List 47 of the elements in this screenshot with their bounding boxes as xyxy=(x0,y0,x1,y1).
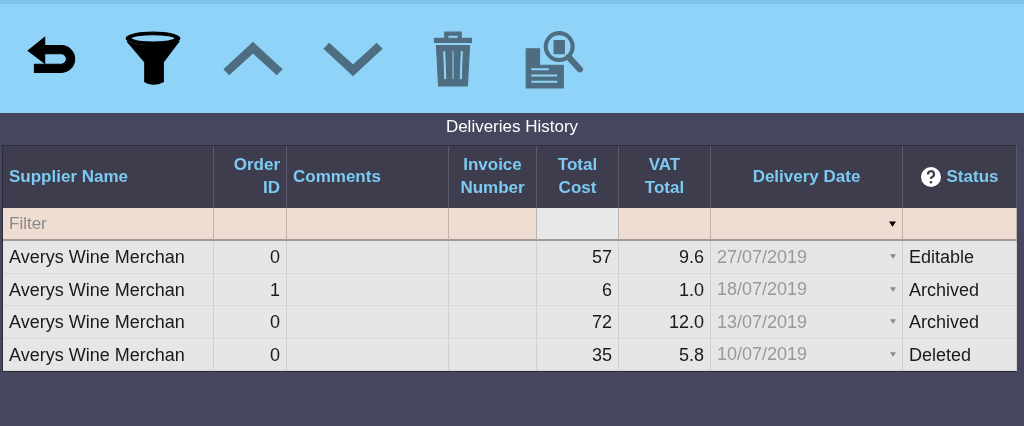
date-text: 10/07/2019 xyxy=(717,343,808,366)
column-header[interactable]: Delivery Date xyxy=(711,146,903,208)
dropdown-caret-icon[interactable] xyxy=(890,286,896,292)
order-id-cell: 0 xyxy=(214,241,287,274)
status-cell: Editable xyxy=(903,241,1017,274)
order-id-cell: 0 xyxy=(214,306,287,339)
order-id-cell: 0 xyxy=(214,338,287,371)
filter-field[interactable] xyxy=(287,208,449,241)
filter-field[interactable] xyxy=(619,208,711,241)
supplier-name-cell: Averys Wine Merchan xyxy=(3,241,214,274)
column-header[interactable]: Supplier Name xyxy=(3,146,214,208)
total-cost-cell: 57 xyxy=(537,241,619,274)
filter-field[interactable] xyxy=(903,208,1017,241)
supplier-name-cell: Averys Wine Merchan xyxy=(3,338,214,371)
dropdown-caret-icon[interactable] xyxy=(890,351,896,357)
status-cell: Archived xyxy=(903,273,1017,306)
order-id-cell: 1 xyxy=(214,273,287,306)
filter-field[interactable] xyxy=(449,208,537,241)
column-header[interactable]: Invoice Number xyxy=(449,146,537,208)
total-cost-cell: 72 xyxy=(537,306,619,339)
column-header[interactable]: Status xyxy=(903,146,1017,208)
date-text: 13/07/2019 xyxy=(717,310,808,334)
dropdown-caret-icon xyxy=(889,220,896,227)
filter-field[interactable] xyxy=(214,208,287,241)
total-cost-cell: 35 xyxy=(537,338,619,371)
help-icon[interactable] xyxy=(920,167,941,187)
supplier-name-cell: Averys Wine Merchan xyxy=(3,273,214,306)
vat-total-cell: 5.8 xyxy=(619,338,711,371)
table-title: Deliveries History xyxy=(444,116,580,138)
vat-total-cell: 1.0 xyxy=(619,273,711,306)
status-cell: Archived xyxy=(903,306,1017,339)
date-text: 18/07/2019 xyxy=(717,278,808,301)
column-header[interactable]: Total Cost xyxy=(537,146,619,208)
column-label: Status xyxy=(946,165,999,188)
filter-dropdown[interactable] xyxy=(711,208,903,241)
dropdown-caret-icon[interactable] xyxy=(890,319,896,325)
vat-total-cell: 12.0 xyxy=(619,306,711,339)
total-cost-cell: 6 xyxy=(537,273,619,306)
supplier-name-cell: Averys Wine Merchan xyxy=(3,306,214,339)
column-header[interactable]: Order ID xyxy=(214,146,287,208)
vat-total-cell: 9.6 xyxy=(619,241,711,274)
column-header[interactable]: Comments xyxy=(287,146,449,208)
filter-field[interactable]: Filter xyxy=(3,208,214,241)
date-text: 27/07/2019 xyxy=(717,245,808,269)
column-header[interactable]: VAT Total xyxy=(619,146,711,208)
status-cell: Deleted xyxy=(903,338,1017,371)
dropdown-caret-icon[interactable] xyxy=(890,254,896,260)
